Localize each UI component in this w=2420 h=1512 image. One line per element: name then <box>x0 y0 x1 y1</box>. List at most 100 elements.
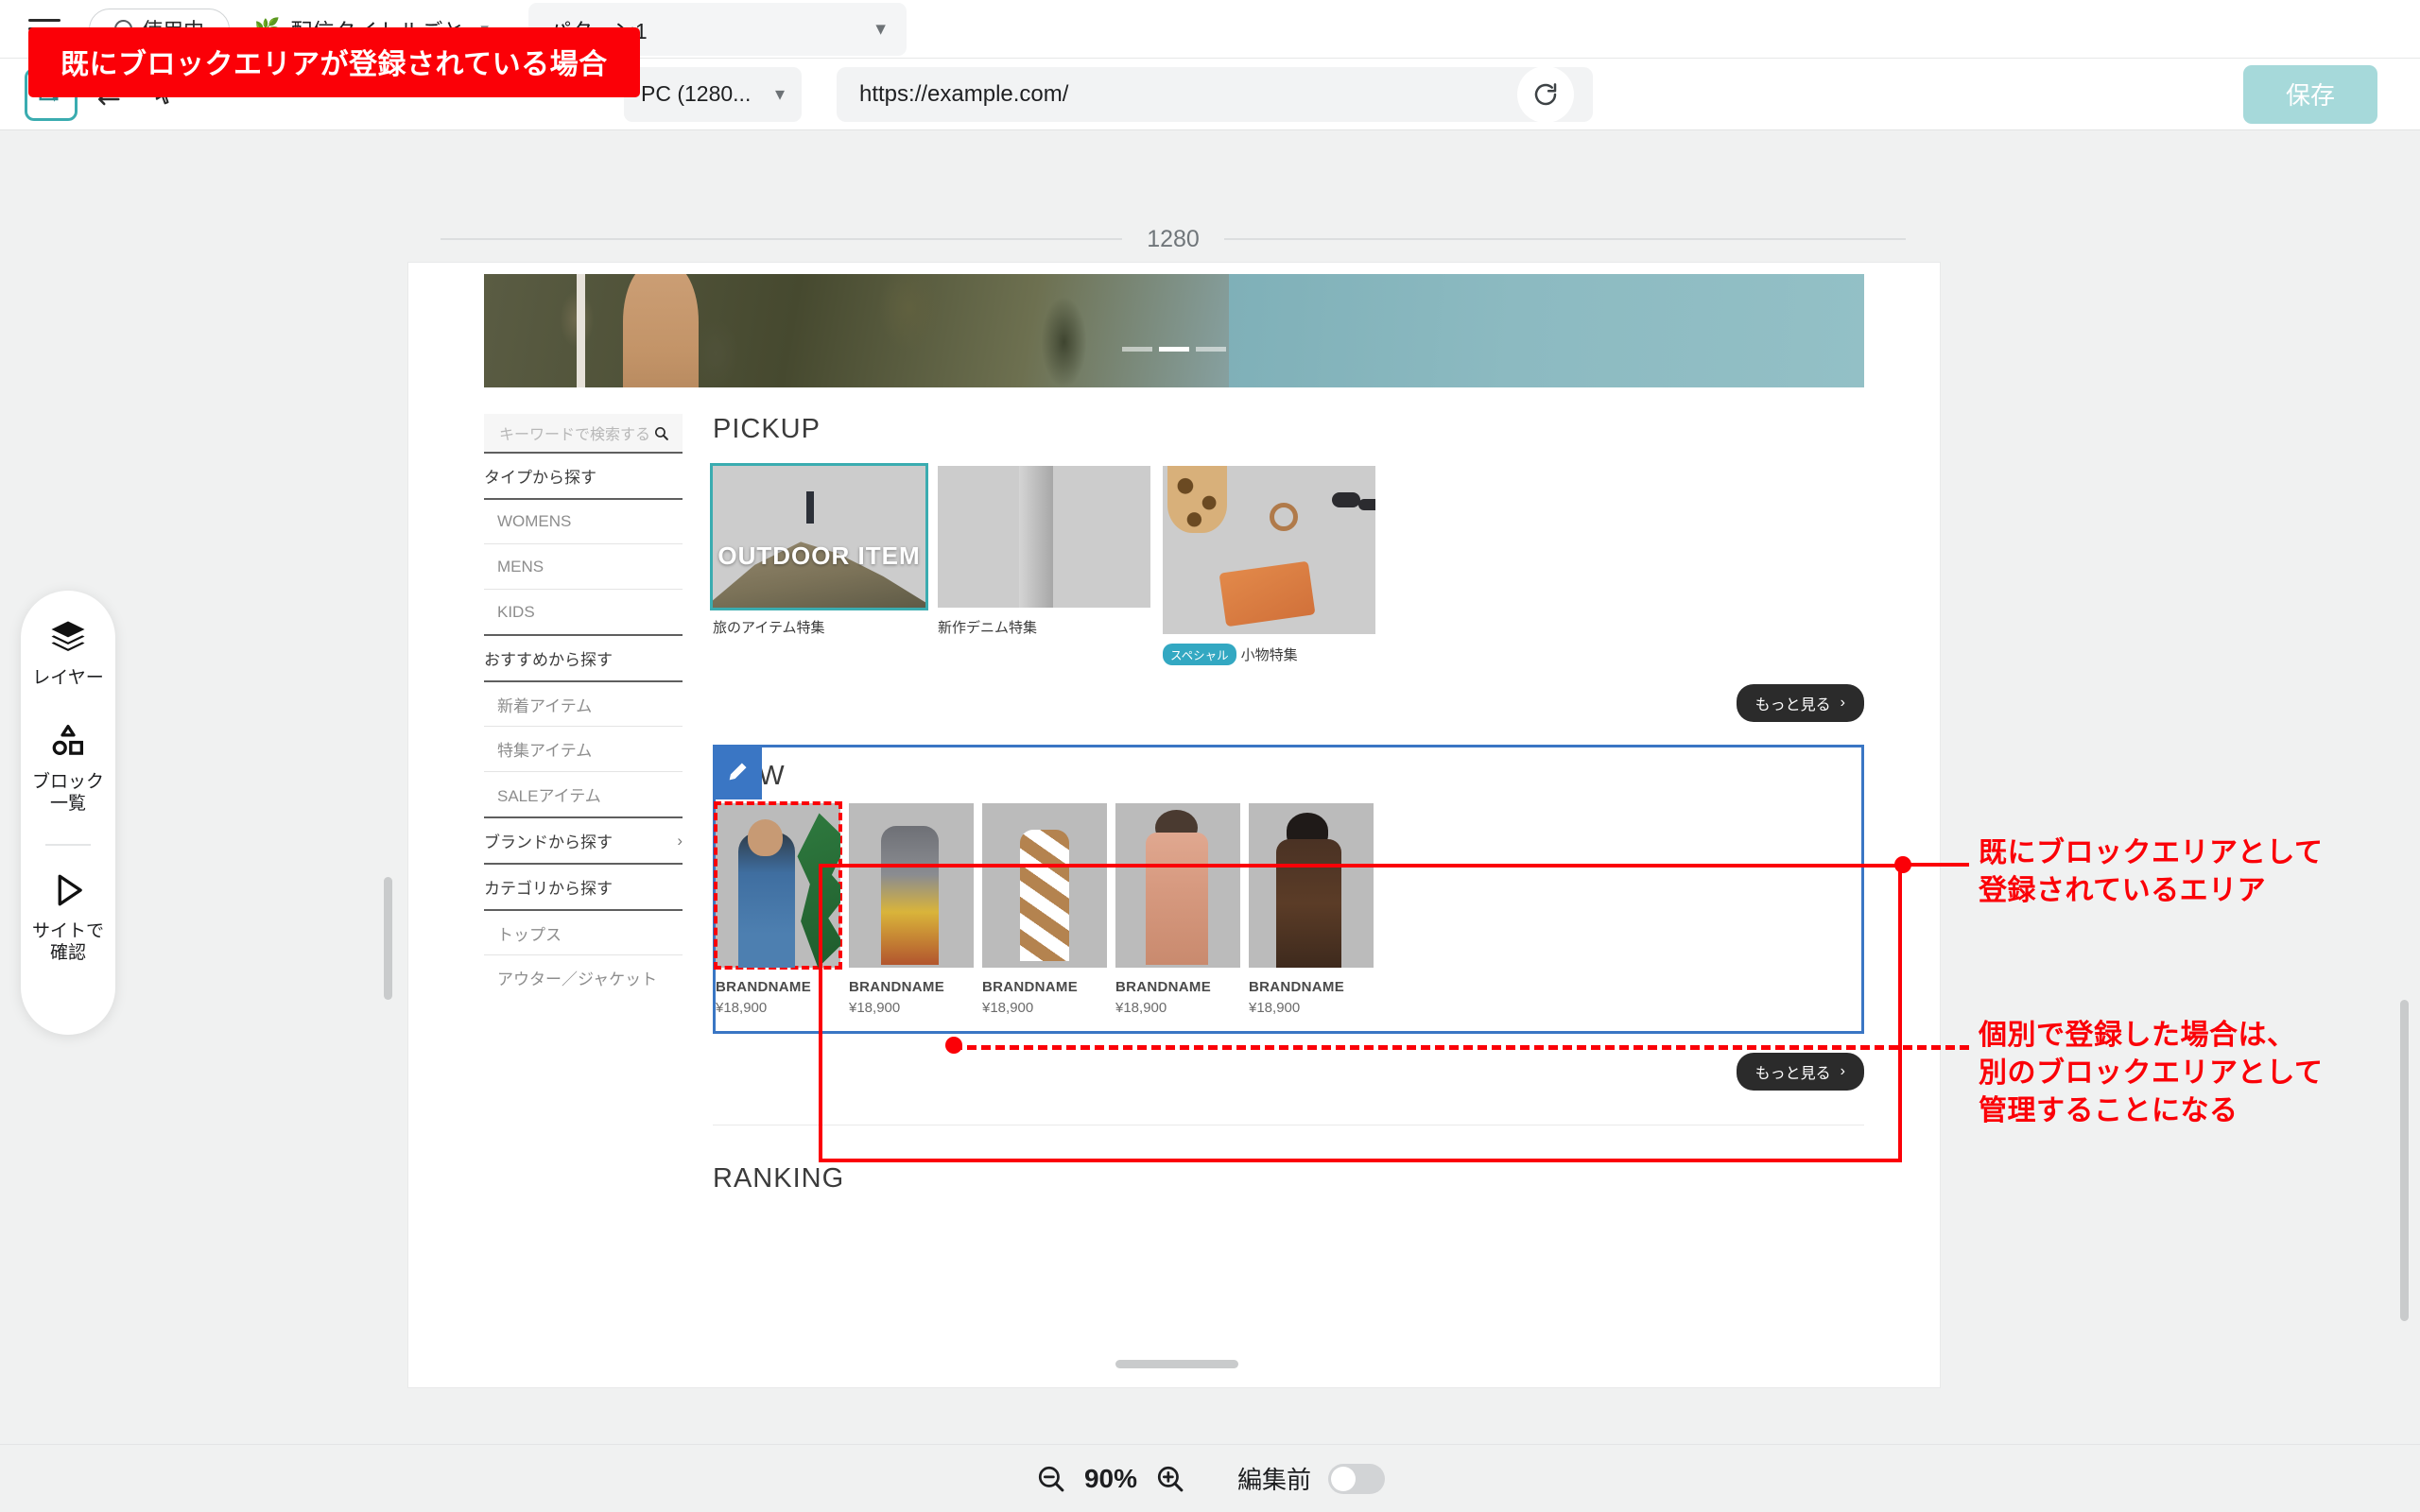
nav-item-new-items[interactable]: 新着アイテム <box>484 680 683 726</box>
annotation-area-note: 既にブロックエリアとして 登録されているエリア <box>1979 837 2324 907</box>
carousel-dot-1[interactable] <box>1122 347 1152 352</box>
product-price: ¥18,900 <box>1115 1000 1167 1016</box>
product-image <box>1115 803 1240 968</box>
product-image <box>1249 803 1374 968</box>
carousel-dot-3[interactable] <box>1196 347 1226 352</box>
figure-shape <box>806 491 814 524</box>
save-button[interactable]: 保存 <box>2243 64 2377 124</box>
app-root: 使用中 🌿 配信タイトルごと ▾ パターン1 ▾ <box>0 0 2420 1512</box>
nav-item-type[interactable]: タイプから探す <box>484 452 683 498</box>
nav-item-womens[interactable]: WOMENS <box>484 498 683 543</box>
pickup-caption: 小物特集 <box>1240 647 1298 663</box>
reload-button[interactable] <box>1517 65 1574 123</box>
chevron-down-icon: ▾ <box>774 84 785 105</box>
hero-carousel[interactable] <box>484 274 1864 387</box>
zoom-in-icon[interactable] <box>1154 1463 1186 1495</box>
ruler-line-right <box>1223 238 1906 240</box>
nav-item-label: 特集アイテム <box>497 742 593 760</box>
product-brand: BRANDNAME <box>716 979 812 995</box>
preview-toggle-group: 編集前 <box>1237 1461 1386 1496</box>
annotation-anchor-dot-bottom <box>945 1037 962 1054</box>
carousel-pagination[interactable] <box>1122 347 1226 352</box>
product-brand: BRANDNAME <box>1115 979 1212 995</box>
model-head-shape <box>748 819 784 856</box>
hero-image-right <box>1229 274 1864 387</box>
site-search-placeholder: キーワードで検索する <box>499 427 651 443</box>
product-card[interactable]: BRANDNAME ¥18,900 <box>714 801 842 1016</box>
dock-item-preview-site[interactable]: サイトで 確認 <box>21 870 115 964</box>
site-search-box[interactable]: キーワードで検索する <box>484 414 683 452</box>
product-price: ¥18,900 <box>716 1000 768 1016</box>
product-card[interactable]: BRANDNAME ¥18,900 <box>849 803 974 1016</box>
nav-item-brand[interactable]: ブランドから探す › <box>484 816 683 863</box>
zoom-out-icon[interactable] <box>1035 1463 1067 1495</box>
annotation-banner: 既にブロックエリアが登録されている場合 <box>28 27 640 97</box>
nav-item-mens[interactable]: MENS <box>484 543 683 589</box>
dock-item-blocks[interactable]: ブロック 一覧 <box>21 721 115 815</box>
pickup-more-button[interactable]: もっと見る › <box>1736 684 1864 722</box>
nav-item-label: トップス <box>497 925 562 944</box>
pickup-more-wrap: もっと見る › <box>713 684 1864 722</box>
editor-canvas: 1280 キーワードで検索する タイプから探す WOMENS MENS KIDS… <box>0 130 2420 1444</box>
device-size-select[interactable]: PC (1280... ▾ <box>624 66 802 122</box>
preview-url-value: https://example.com/ <box>859 80 1069 107</box>
pickup-caption-row: スペシャル 小物特集 <box>1163 644 1375 665</box>
play-icon <box>58 874 82 905</box>
pickup-card[interactable]: スペシャル 小物特集 <box>1163 466 1375 665</box>
new-block-area[interactable]: NEW BRANDNAME ¥18,900 <box>713 745 1864 1034</box>
preview-toggle[interactable] <box>1328 1463 1386 1494</box>
page-vertical-scrollbar[interactable] <box>384 877 392 1000</box>
chevron-right-icon: › <box>1840 1063 1845 1079</box>
save-button-label: 保存 <box>2285 81 2335 110</box>
left-tool-dock: レイヤー ブロック 一覧 サイトで 確認 <box>21 591 115 1035</box>
new-more-button[interactable]: もっと見る › <box>1736 1053 1864 1091</box>
page-body: キーワードで検索する タイプから探す WOMENS MENS KIDS おすすめ… <box>408 387 1940 1194</box>
nav-item-sale-items[interactable]: SALEアイテム <box>484 771 683 816</box>
nav-item-label: アウター／ジャケット <box>497 971 658 988</box>
pickup-title: PICKUP <box>713 414 821 444</box>
edit-block-button[interactable] <box>713 745 762 799</box>
bracelet-shape <box>1269 503 1298 532</box>
canvas-vertical-scrollbar[interactable] <box>2400 1000 2409 1321</box>
product-card[interactable]: BRANDNAME ¥18,900 <box>1115 803 1240 1016</box>
product-card[interactable]: BRANDNAME ¥18,900 <box>1249 803 1374 1016</box>
pickup-caption: 旅のアイテム特集 <box>713 620 825 636</box>
product-image <box>714 801 842 970</box>
nav-item-label: SALEアイテム <box>497 787 601 805</box>
more-button-label: もっと見る <box>1754 1066 1831 1082</box>
dock-item-label: レイヤー <box>32 668 104 688</box>
ruler-line-left <box>441 238 1123 240</box>
layers-icon <box>51 621 85 652</box>
dock-item-layers[interactable]: レイヤー <box>21 617 115 689</box>
model-shape <box>881 826 940 965</box>
new-product-grid: BRANDNAME ¥18,900 BRANDNAME ¥18,900 BRAN <box>714 801 1861 1016</box>
carousel-dot-2[interactable] <box>1159 347 1189 352</box>
product-brand: BRANDNAME <box>849 979 945 995</box>
dock-item-label: サイトで 確認 <box>31 920 104 963</box>
pickup-card[interactable]: 新作デニム特集 <box>938 466 1150 637</box>
pickup-overlay-text: OUTDOOR ITEM <box>717 541 921 570</box>
leopard-bag-shape <box>1167 466 1227 534</box>
pickup-card[interactable]: OUTDOOR ITEM 旅のアイテム特集 <box>713 466 925 637</box>
nav-item-recommend[interactable]: おすすめから探す <box>484 634 683 680</box>
nav-item-label: KIDS <box>497 602 535 621</box>
nav-item-label: 新着アイテム <box>497 696 593 715</box>
nav-item-kids[interactable]: KIDS <box>484 589 683 634</box>
page-sidebar: キーワードで検索する タイプから探す WOMENS MENS KIDS おすすめ… <box>484 414 683 1194</box>
canvas-horizontal-scrollbar[interactable] <box>1115 1360 1238 1368</box>
nav-item-feature-items[interactable]: 特集アイテム <box>484 726 683 771</box>
annotation-anchor-dot-top <box>1894 856 1911 873</box>
nav-item-outer[interactable]: アウター／ジャケット <box>484 954 683 1000</box>
product-price: ¥18,900 <box>982 1000 1034 1016</box>
page-preview: キーワードで検索する タイプから探す WOMENS MENS KIDS おすすめ… <box>408 263 1940 1387</box>
product-image <box>849 803 974 968</box>
product-card[interactable]: BRANDNAME ¥18,900 <box>982 803 1107 1016</box>
blocks-icon <box>52 725 84 756</box>
preview-url-field[interactable]: https://example.com/ <box>837 66 1593 122</box>
pickup-image <box>1163 466 1375 634</box>
palm-shape <box>797 813 840 968</box>
nav-item-tops[interactable]: トップス <box>484 909 683 954</box>
nav-item-category[interactable]: カテゴリから探す <box>484 863 683 909</box>
pickup-caption: 新作デニム特集 <box>938 620 1038 636</box>
preview-toggle-label: 編集前 <box>1237 1466 1312 1494</box>
